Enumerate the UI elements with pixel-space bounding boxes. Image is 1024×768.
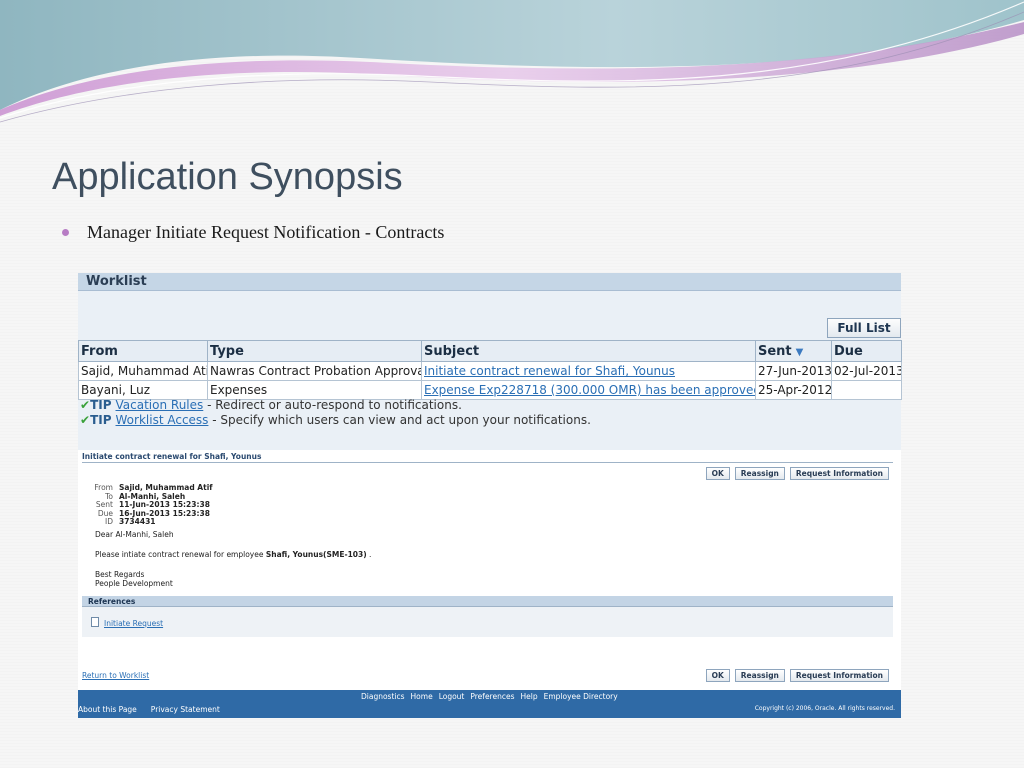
- table-header-row: From Type Subject Sent ▼ Due: [78, 340, 902, 362]
- footer-link-employee-directory[interactable]: Employee Directory: [544, 692, 618, 701]
- employee-name: Shafi, Younus(SME-103): [265, 550, 367, 559]
- signoff-line-1: Best Regards: [95, 570, 145, 579]
- column-header-from[interactable]: From: [78, 340, 208, 362]
- footer-link-logout[interactable]: Logout: [439, 692, 465, 701]
- tip-text: - Specify which users can view and act u…: [208, 413, 591, 427]
- bullet-item: Manager Initiate Request Notification - …: [62, 222, 444, 243]
- column-header-type[interactable]: Type: [207, 340, 422, 362]
- bullet-dot-icon: [62, 229, 69, 236]
- title-divider: [82, 462, 893, 463]
- references-box: Initiate Request: [82, 607, 893, 637]
- notification-panel: Initiate contract renewal for Shafi, You…: [78, 450, 901, 718]
- bullet-text: Manager Initiate Request Notification - …: [87, 222, 445, 242]
- column-header-sent-label: Sent: [758, 343, 792, 359]
- top-action-buttons: OK Reassign Request Information: [705, 467, 889, 480]
- notification-meta: From Sajid, Muhammad Atif To Al-Manhi, Sal…: [91, 483, 212, 527]
- ok-button[interactable]: OK: [705, 669, 730, 682]
- cell-subject: Expense Exp228718 (300.000 OMR) has been…: [421, 380, 756, 400]
- column-header-sent[interactable]: Sent ▼: [755, 340, 832, 362]
- request-information-button[interactable]: Request Information: [789, 467, 889, 480]
- message-text: Please intiate contract renewal for empl…: [95, 550, 372, 559]
- request-information-button[interactable]: Request Information: [789, 669, 889, 682]
- subject-link[interactable]: Initiate contract renewal for Shafi, You…: [424, 364, 675, 378]
- vacation-rules-link[interactable]: Vacation Rules: [116, 398, 204, 412]
- tips-section: ✔TIP Vacation Rules - Redirect or auto-re…: [80, 398, 591, 428]
- full-list-button[interactable]: Full List: [827, 318, 901, 338]
- column-header-due[interactable]: Due: [831, 340, 902, 362]
- footer-link-home[interactable]: Home: [411, 692, 433, 701]
- copyright-text: Copyright (c) 2006, Oracle. All rights r…: [754, 705, 895, 712]
- footer-nav: Diagnostics Home Logout Preferences Help…: [361, 692, 618, 701]
- cell-type: Expenses: [207, 380, 422, 400]
- bottom-action-buttons: OK Reassign Request Information: [705, 669, 889, 682]
- reassign-button[interactable]: Reassign: [734, 669, 785, 682]
- notification-title: Initiate contract renewal for Shafi, You…: [82, 452, 262, 461]
- cell-sent: 25-Apr-2012: [755, 380, 832, 400]
- about-page-link[interactable]: About this Page: [78, 705, 137, 714]
- sort-descending-icon: ▼: [795, 346, 804, 358]
- footer-left-links: About this Page Privacy Statement: [78, 705, 220, 714]
- cell-type: Nawras Contract Probation Approval: [207, 361, 422, 381]
- tip-row: ✔TIP Worklist Access - Specify which user…: [80, 413, 591, 428]
- cell-due: 02-Jul-2013: [831, 361, 902, 381]
- document-icon: [91, 617, 99, 627]
- footer-link-diagnostics[interactable]: Diagnostics: [361, 692, 405, 701]
- initiate-request-link[interactable]: Initiate Request: [104, 619, 163, 628]
- tip-label: TIP: [90, 398, 112, 412]
- references-header: References: [82, 596, 893, 607]
- greeting-text: Dear Al-Manhi, Saleh: [95, 530, 174, 539]
- return-to-worklist-link[interactable]: Return to Worklist: [82, 671, 149, 680]
- slide-title: Application Synopsis: [52, 156, 403, 198]
- cell-from: Sajid, Muhammad Atif: [78, 361, 208, 381]
- signoff-line-2: People Development: [95, 579, 173, 588]
- table-row: Sajid, Muhammad Atif Nawras Contract Pro…: [78, 361, 902, 381]
- table-row: Bayani, Luz Expenses Expense Exp228718 (…: [78, 380, 902, 400]
- worklist-access-link[interactable]: Worklist Access: [116, 413, 209, 427]
- footer-link-preferences[interactable]: Preferences: [470, 692, 514, 701]
- meta-id: ID 3734431: [105, 517, 156, 526]
- footer-link-help[interactable]: Help: [521, 692, 538, 701]
- checkmark-icon: ✔: [80, 413, 91, 427]
- cell-sent: 27-Jun-2013: [755, 361, 832, 381]
- tip-row: ✔TIP Vacation Rules - Redirect or auto-re…: [80, 398, 591, 413]
- ok-button[interactable]: OK: [705, 467, 730, 480]
- page-footer: Diagnostics Home Logout Preferences Help…: [78, 690, 901, 718]
- cell-subject: Initiate contract renewal for Shafi, You…: [421, 361, 756, 381]
- tip-label: TIP: [90, 413, 112, 427]
- worklist-table: From Type Subject Sent ▼ Due Sajid, Muham…: [78, 340, 902, 400]
- reassign-button[interactable]: Reassign: [734, 467, 785, 480]
- worklist-panel: Worklist Full List From Type Subject Sen…: [78, 273, 902, 450]
- cell-from: Bayani, Luz: [78, 380, 208, 400]
- tip-text: - Redirect or auto-respond to notificati…: [203, 398, 462, 412]
- decorative-wave-banner: [0, 0, 1024, 123]
- worklist-header: Worklist: [78, 273, 901, 291]
- privacy-statement-link[interactable]: Privacy Statement: [151, 705, 220, 714]
- checkmark-icon: ✔: [80, 398, 91, 412]
- column-header-subject[interactable]: Subject: [421, 340, 756, 362]
- subject-link[interactable]: Expense Exp228718 (300.000 OMR) has been…: [424, 383, 755, 397]
- cell-due: [831, 380, 902, 400]
